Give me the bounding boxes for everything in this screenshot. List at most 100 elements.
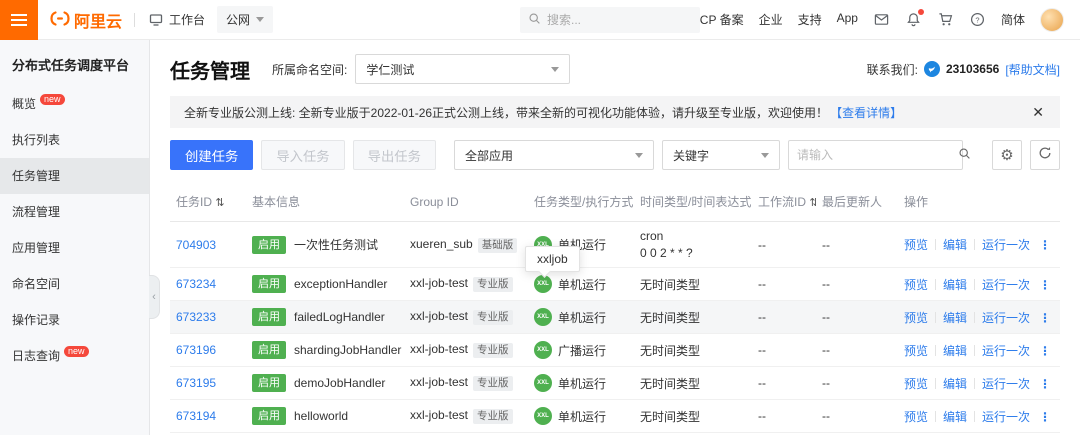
bell-icon[interactable] [905, 9, 924, 28]
action-link[interactable]: 预览 [904, 311, 928, 325]
more-actions-icon[interactable]: ⋮ [1039, 238, 1051, 252]
notice-detail-link[interactable]: 【查看详情】 [830, 104, 902, 121]
action-link[interactable]: 编辑 [943, 311, 967, 325]
action-link[interactable]: 运行一次 [982, 344, 1030, 358]
refresh-button[interactable] [1030, 140, 1060, 170]
svg-text:?: ? [975, 15, 979, 24]
task-id-link[interactable]: 673234 [176, 277, 216, 291]
message-icon[interactable] [873, 11, 890, 28]
action-link[interactable]: 编辑 [943, 278, 967, 292]
action-link[interactable]: 编辑 [943, 238, 967, 252]
task-name: 一次性任务测试 [294, 238, 379, 252]
export-task-button[interactable]: 导出任务 [352, 140, 436, 170]
contact-number: 23103656 [945, 62, 1000, 76]
avatar[interactable] [1040, 7, 1064, 32]
edition-badge: 基础版 [477, 237, 518, 253]
gear-icon: ⚙ [1000, 147, 1014, 164]
more-actions-icon[interactable]: ⋮ [1039, 377, 1051, 391]
settings-button[interactable]: ⚙ [992, 140, 1022, 170]
task-table-body: 704903 启用 一次性任务测试 xueren_sub 基础版 XXL 单机运行 … [170, 221, 1060, 435]
task-id-link[interactable]: 673195 [176, 376, 216, 390]
app-filter-select[interactable]: 全部应用 [453, 140, 654, 170]
keyword-type-select[interactable]: 关键字 [661, 140, 780, 170]
topbar-link[interactable]: ICP 备案 [696, 11, 743, 28]
group-id: xxl-job-test [410, 309, 469, 323]
more-actions-icon[interactable]: ⋮ [1039, 410, 1051, 424]
sidebar-item-label: 任务管理 [12, 169, 61, 183]
help-icon[interactable]: ? [969, 11, 986, 28]
action-link[interactable]: 运行一次 [982, 311, 1030, 325]
keyword-search-field[interactable] [787, 140, 970, 170]
task-id-link[interactable]: 673233 [176, 310, 216, 324]
sidebar-item[interactable]: 操作记录 [0, 302, 149, 338]
close-icon[interactable]: ✕ [1030, 104, 1046, 121]
status-badge: 启用 [252, 275, 286, 293]
sidebar-item[interactable]: 执行列表 [0, 122, 149, 158]
workbench-link[interactable]: 工作台 [147, 11, 205, 28]
language-switch[interactable]: 简体 [1001, 11, 1025, 28]
sidebar-item[interactable]: 应用管理 [0, 230, 149, 266]
aliyun-logo-icon [50, 10, 70, 29]
workflow-id: -- [752, 333, 816, 367]
more-actions-icon[interactable]: ⋮ [1039, 344, 1051, 358]
sidebar-item[interactable]: 任务管理 [0, 158, 149, 194]
action-link[interactable]: 运行一次 [982, 238, 1030, 252]
sidebar-item-label: 执行列表 [12, 133, 61, 147]
task-id-link[interactable]: 673194 [176, 409, 216, 423]
action-link[interactable]: 预览 [904, 344, 928, 358]
column-header[interactable]: 工作流ID ⇅ [752, 182, 816, 222]
import-task-button[interactable]: 导入任务 [261, 140, 345, 170]
task-name: shardingJobHandler [294, 343, 402, 357]
sidebar-item[interactable]: 概览 new [0, 86, 149, 122]
network-select[interactable]: 公网 [217, 6, 274, 33]
aliyun-logo[interactable]: 阿里云 [50, 8, 122, 32]
sidebar-collapse-handle[interactable]: ‹ [149, 275, 160, 319]
topbar-link[interactable]: 支持 [798, 11, 822, 28]
action-link[interactable]: 预览 [904, 410, 928, 424]
keyword-search-input[interactable] [796, 148, 952, 162]
action-link[interactable]: 编辑 [943, 377, 967, 391]
task-id-link[interactable]: 673196 [176, 343, 216, 357]
sidebar-item-label: 概览 [12, 97, 37, 111]
action-link[interactable]: 运行一次 [982, 410, 1030, 424]
action-link[interactable]: 预览 [904, 278, 928, 292]
create-task-button[interactable]: 创建任务 [170, 140, 254, 170]
action-link[interactable]: 编辑 [943, 344, 967, 358]
global-search[interactable] [520, 7, 702, 33]
edition-badge: 专业版 [473, 376, 513, 391]
task-id-link[interactable]: 704903 [176, 238, 216, 252]
tooltip: xxljob [525, 246, 580, 272]
cart-icon[interactable] [937, 11, 954, 28]
sort-icon[interactable]: ⇅ [215, 197, 224, 209]
sort-icon[interactable]: ⇅ [809, 197, 816, 209]
column-header: 基本信息 [246, 182, 404, 222]
workbench-icon [147, 11, 164, 28]
divider [974, 377, 976, 389]
main-content: 任务管理 所属命名空间: 学仁测试 联系我们: 23103656 [帮助文档] … [150, 40, 1080, 435]
header-right: 联系我们: 23103656 [帮助文档] [867, 61, 1060, 78]
hamburger-menu-icon[interactable] [0, 0, 38, 40]
column-header: 最后更新人 [816, 182, 898, 222]
action-link[interactable]: 编辑 [943, 410, 967, 424]
divider [935, 239, 937, 250]
topbar-link[interactable]: App [837, 11, 858, 28]
group-id: xxl-job-test [410, 276, 469, 290]
topbar-link[interactable]: 企业 [759, 11, 783, 28]
sidebar-item[interactable]: 命名空间 [0, 266, 149, 302]
more-actions-icon[interactable]: ⋮ [1039, 278, 1051, 292]
more-actions-icon[interactable]: ⋮ [1039, 311, 1051, 325]
sidebar-item[interactable]: 流程管理 [0, 194, 149, 230]
action-link[interactable]: 运行一次 [982, 377, 1030, 391]
action-link[interactable]: 预览 [904, 377, 928, 391]
namespace-select[interactable]: 学仁测试 [355, 54, 571, 84]
sidebar-item[interactable]: 日志查询 new [0, 338, 149, 374]
help-doc-link[interactable]: [帮助文档] [1005, 61, 1060, 78]
action-link[interactable]: 运行一次 [982, 278, 1030, 292]
table-row: 673195 启用 demoJobHandler xxl-job-test 专业版… [170, 366, 1060, 400]
edition-badge: 专业版 [473, 409, 513, 424]
column-header[interactable]: 任务ID ⇅ [170, 182, 246, 222]
workflow-id: -- [752, 300, 816, 334]
global-search-input[interactable] [547, 13, 702, 27]
action-link[interactable]: 预览 [904, 238, 928, 252]
notification-dot [917, 9, 924, 15]
